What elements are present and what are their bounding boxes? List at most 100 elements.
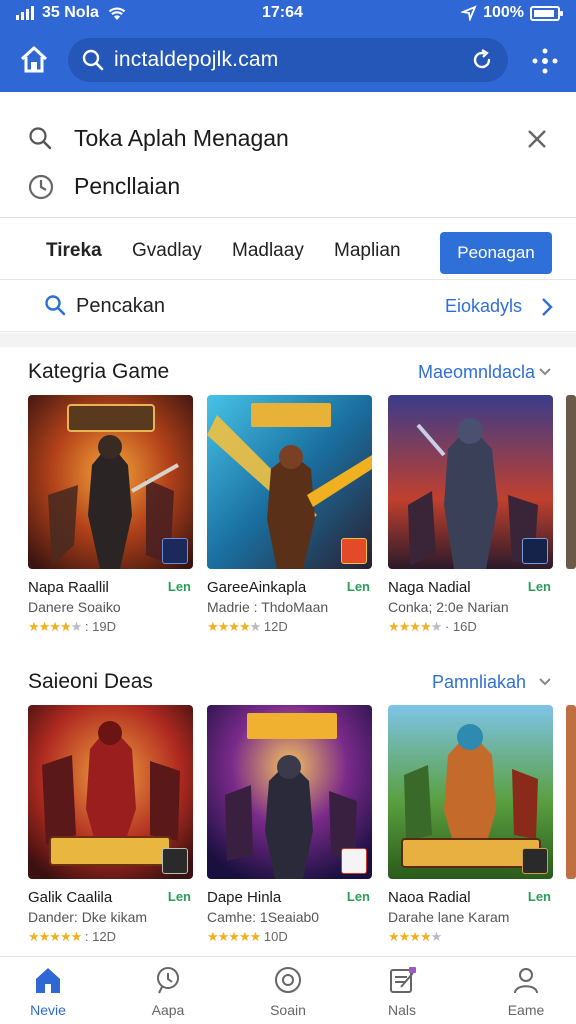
game-card-peek[interactable] — [566, 705, 576, 879]
url-bar[interactable]: inctaldepojlk.cam — [68, 38, 508, 82]
suggestion-text: Toka Aplah Menagan — [74, 124, 289, 151]
category-tabs: Tireka Gvadlay Madlaay Maplian Peonagan — [0, 226, 576, 280]
chevron-right-icon[interactable] — [540, 297, 554, 317]
game-tag: Len — [167, 579, 191, 594]
platform-badge-icon — [341, 848, 367, 874]
home-icon[interactable] — [18, 44, 50, 76]
wifi-icon — [108, 7, 126, 20]
section-divider — [0, 333, 576, 347]
signal-icon — [16, 6, 34, 20]
game-name: Dape Hinla — [207, 889, 282, 906]
section-more-link[interactable]: Maeomnldacla — [418, 362, 535, 383]
game-rating: ★★★★★ 10D — [207, 929, 288, 944]
menu-icon[interactable] — [530, 46, 560, 76]
rating-stars-icon: ★★★★★ — [28, 619, 82, 634]
game-card[interactable]: Dape Hinla Len Camhe: 1Seaiab0 ★★★★★ 10D — [207, 705, 372, 944]
bottom-nav: Nevie Aapa Soain Nals Eame — [0, 956, 576, 1024]
search-icon — [29, 127, 52, 150]
search-icon — [82, 49, 104, 71]
tab-tireka[interactable]: Tireka — [46, 240, 102, 262]
game-subtitle: Darahe lane Karam — [388, 909, 510, 925]
url-text: inctaldepojlk.cam — [114, 48, 279, 71]
suggestion-text: Pencllaian — [74, 172, 181, 199]
rating-stars-icon: ★★★★★ — [388, 929, 442, 944]
sub-search-link[interactable]: Eiokadyls — [445, 296, 522, 317]
search-suggestions: Toka Aplah Menagan Pencllaian — [0, 100, 576, 218]
sub-search-text: Pencakan — [76, 295, 165, 317]
nav-label: Soain — [270, 1002, 306, 1018]
game-name: Naoa Radial — [388, 889, 471, 906]
suggestion-item[interactable]: Pencllaian — [0, 162, 576, 210]
close-icon[interactable] — [526, 128, 548, 150]
suggestion-item[interactable]: Toka Aplah Menagan — [0, 114, 576, 162]
game-thumbnail — [388, 395, 553, 569]
tab-madlaay[interactable]: Madlaay — [232, 240, 304, 262]
section-title: Kategria Game — [28, 360, 170, 383]
notes-icon — [390, 967, 416, 993]
profile-icon — [514, 968, 538, 994]
peonagan-button[interactable]: Peonagan — [440, 232, 552, 274]
game-tag: Len — [527, 579, 551, 594]
battery-percent: 100% — [483, 4, 524, 21]
game-card-peek[interactable] — [566, 395, 576, 569]
game-thumbnail — [28, 395, 193, 569]
game-thumbnail — [207, 705, 372, 879]
game-rating: ★★★★★ : 12D — [28, 929, 116, 944]
game-thumbnail — [388, 705, 553, 879]
platform-badge-icon — [162, 848, 188, 874]
game-card[interactable]: Naga Nadial Len Conka; 2:0e Narian ★★★★★… — [388, 395, 553, 634]
nav-label: Nals — [387, 1002, 416, 1018]
game-subtitle: Danere Soaiko — [28, 599, 121, 615]
game-rating: ★★★★★ · 16D — [388, 619, 477, 634]
rating-stars-icon: ★★★★★ — [207, 619, 261, 634]
game-tag: Len — [346, 579, 370, 594]
apps-icon — [157, 967, 179, 994]
rating-stars-icon: ★★★★★ — [28, 929, 82, 944]
nav-item-soain[interactable]: Soain — [238, 965, 338, 1018]
game-rating: ★★★★★ — [388, 929, 442, 945]
nav-item-nals[interactable]: Nals — [352, 965, 452, 1018]
platform-badge-icon — [162, 538, 188, 564]
game-card[interactable]: Naoa Radial Len Darahe lane Karam ★★★★★ — [388, 705, 553, 944]
chevron-down-icon[interactable] — [538, 676, 552, 688]
tab-maplian[interactable]: Maplian — [334, 240, 401, 262]
nav-label: Eame — [507, 1002, 545, 1018]
sub-search-row[interactable]: Pencakan Eiokadyls — [0, 282, 576, 332]
game-card[interactable]: GareeAinkapla Len Madrie : ThdoMaan ★★★★… — [207, 395, 372, 634]
carrier-name: 35 Nola — [42, 4, 99, 21]
status-time: 17:64 — [262, 4, 303, 21]
game-subtitle: Conka; 2:0e Narian — [388, 599, 509, 615]
nav-item-aapa[interactable]: Aapa — [118, 965, 218, 1018]
battery-icon — [530, 5, 563, 21]
browser-header: 35 Nola 17:64 100% inctaldepojlk.cam — [0, 0, 576, 92]
nav-item-nevie[interactable]: Nevie — [0, 965, 98, 1018]
game-card[interactable]: Napa Raallil Len Danere Soaiko ★★★★★ : 1… — [28, 395, 193, 634]
history-icon — [28, 174, 54, 200]
game-subtitle: Madrie : ThdoMaan — [207, 599, 329, 615]
reload-icon[interactable] — [470, 48, 494, 72]
search-icon — [45, 295, 66, 316]
chevron-down-icon[interactable] — [538, 366, 552, 378]
nav-label: Nevie — [30, 1002, 66, 1018]
game-tag: Len — [346, 889, 370, 904]
platform-badge-icon — [522, 848, 548, 874]
game-rating: ★★★★★ 12D — [207, 619, 288, 634]
platform-badge-icon — [522, 538, 548, 564]
game-card[interactable]: Galik Caalila Len Dander: Dke kikam ★★★★… — [28, 705, 193, 944]
home-icon — [36, 968, 60, 993]
game-thumbnail — [207, 395, 372, 569]
nav-item-eame[interactable]: Eame — [476, 965, 576, 1018]
game-subtitle: Dander: Dke kikam — [28, 909, 148, 925]
game-name: Galik Caalila — [28, 889, 113, 906]
target-icon — [275, 967, 301, 993]
game-tag: Len — [167, 889, 191, 904]
tab-gvadlay[interactable]: Gvadlay — [132, 240, 202, 262]
section-more-link[interactable]: Pamnliakah — [432, 672, 526, 693]
game-subtitle: Camhe: 1Seaiab0 — [207, 909, 320, 925]
section-title: Saieoni Deas — [28, 670, 153, 693]
status-bar: 35 Nola 17:64 100% — [0, 0, 576, 28]
game-rating: ★★★★★ : 19D — [28, 619, 116, 634]
rating-stars-icon: ★★★★★ — [207, 929, 261, 944]
game-thumbnail — [28, 705, 193, 879]
nav-label: Aapa — [151, 1002, 185, 1018]
